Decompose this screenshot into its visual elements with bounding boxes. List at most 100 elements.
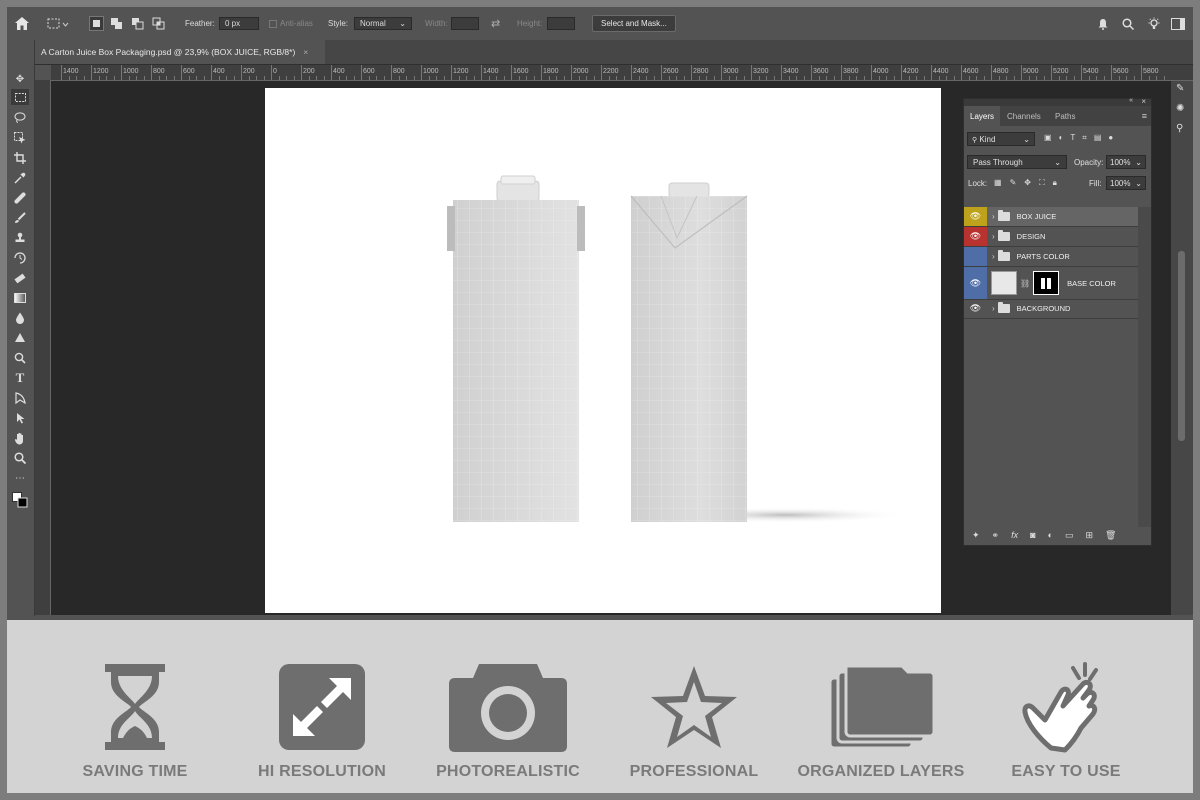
feature-easy-to-use: EASY TO USE <box>976 620 1156 793</box>
pen-tool-icon[interactable] <box>11 350 29 366</box>
document-canvas[interactable] <box>265 88 941 613</box>
width-input[interactable] <box>451 17 479 30</box>
add-selection-icon[interactable] <box>110 7 123 40</box>
dodge-tool-icon[interactable] <box>11 330 29 346</box>
link-icon[interactable]: ⛓︎ <box>1020 279 1030 288</box>
swap-colors-icon[interactable] <box>11 492 29 508</box>
ruler-tick-label: 3800 <box>843 68 859 75</box>
object-selection-tool-icon[interactable] <box>11 130 29 146</box>
lock-all-icon[interactable]: 🔒︎ <box>1053 178 1057 188</box>
adjustment-filter-icon[interactable]: ◐ <box>1059 133 1064 143</box>
opacity-input[interactable]: 100% ⌄ <box>1106 155 1146 169</box>
type-tool-icon[interactable]: T <box>11 370 29 386</box>
lock-artboard-icon[interactable]: ⛶ <box>1039 178 1045 188</box>
adjustment-layer-icon[interactable]: ◐ <box>1048 530 1053 540</box>
style-select[interactable]: Normal ⌄ <box>354 17 412 30</box>
crop-tool-icon[interactable] <box>11 150 29 166</box>
zoom-tool-icon[interactable] <box>11 450 29 466</box>
add-mask-icon[interactable]: ◙ <box>1030 530 1035 540</box>
bell-icon[interactable] <box>1097 7 1109 40</box>
lasso-tool-icon[interactable] <box>11 109 29 125</box>
history-brush-tool-icon[interactable] <box>11 250 29 266</box>
new-layer-icon[interactable]: ⊞ <box>1086 530 1094 541</box>
gradient-tool-icon[interactable] <box>11 290 29 306</box>
layer-row-parts-color[interactable]: › PARTS COLOR <box>964 247 1138 267</box>
spot-healing-brush-tool-icon[interactable] <box>11 190 29 206</box>
pixel-filter-icon[interactable]: ▣ <box>1044 133 1052 143</box>
layer-row-background[interactable]: 👁︎ › BACKGROUND <box>964 299 1138 319</box>
trash-icon[interactable]: 🗑︎ <box>1105 530 1116 541</box>
visibility-eye-icon[interactable]: 👁︎ <box>964 267 987 299</box>
search-icon[interactable] <box>1122 7 1134 40</box>
eraser-tool-icon[interactable] <box>11 270 29 286</box>
link-layers-icon[interactable]: ⚭ <box>992 530 1000 541</box>
canvas-area[interactable]: « × Layers Channels Paths ≡ ⚲ Kind ⌄ ▣ ◐… <box>51 81 1193 615</box>
layer-row-base-color[interactable]: 👁︎ ⛓︎ BASE COLOR <box>964 267 1138 300</box>
move-tool-icon[interactable]: ✥ <box>11 71 29 87</box>
tab-layers[interactable]: Layers <box>964 106 1001 126</box>
subtract-selection-icon[interactable] <box>131 7 144 40</box>
panel-menu-icon[interactable]: ≡ <box>1142 111 1147 121</box>
pin-icon[interactable]: ✦ <box>972 530 980 541</box>
layers-scrollbar[interactable] <box>1138 207 1151 527</box>
hand-tool-icon[interactable] <box>11 430 29 446</box>
chevron-right-icon[interactable]: › <box>992 212 995 221</box>
filter-toggle-icon[interactable]: ● <box>1108 133 1113 143</box>
chevron-right-icon[interactable]: › <box>992 232 995 241</box>
fill-input[interactable]: 100% ⌄ <box>1106 176 1146 190</box>
stamp-icon[interactable]: ⚲ <box>1176 123 1183 134</box>
workspace-icon[interactable] <box>1171 7 1185 40</box>
collapse-icon[interactable]: « <box>1129 97 1133 104</box>
rectangular-marquee-tool-icon[interactable] <box>11 89 29 105</box>
document-tab[interactable]: A Carton Juice Box Packaging.psd @ 23,9%… <box>35 40 325 64</box>
visibility-eye-icon[interactable]: 👁︎ <box>964 207 987 226</box>
ruler-tick-label: 5600 <box>1113 68 1129 75</box>
tab-paths[interactable]: Paths <box>1049 106 1081 126</box>
close-icon[interactable]: × <box>303 47 308 57</box>
adjustments-icon[interactable]: ✺ <box>1176 103 1184 114</box>
height-input[interactable] <box>547 17 575 30</box>
direct-selection-tool-icon[interactable] <box>11 410 29 426</box>
swap-icon[interactable]: ⇄ <box>491 7 500 40</box>
lock-position-icon[interactable]: ✥ <box>1024 178 1031 188</box>
intersect-selection-icon[interactable] <box>152 7 165 40</box>
ruler-minor-tick <box>728 76 730 80</box>
feature-professional: PROFESSIONAL <box>604 620 784 793</box>
home-icon[interactable] <box>15 7 29 40</box>
anti-alias-checkbox[interactable]: Anti-alias <box>269 7 313 40</box>
brush-settings-icon[interactable]: ✎ <box>1176 83 1184 94</box>
clone-stamp-tool-icon[interactable] <box>11 230 29 246</box>
visibility-toggle[interactable] <box>964 247 987 266</box>
scrollbar-thumb[interactable] <box>1178 251 1185 441</box>
marquee-tool-preset-icon[interactable] <box>47 7 69 40</box>
chevron-right-icon[interactable]: › <box>992 252 995 261</box>
brush-tool-icon[interactable] <box>11 210 29 226</box>
feather-input[interactable]: 0 px <box>219 17 259 30</box>
lightbulb-icon[interactable] <box>1147 7 1161 40</box>
new-group-icon[interactable]: ▭ <box>1065 530 1074 541</box>
blur-tool-icon[interactable] <box>11 310 29 326</box>
new-selection-icon[interactable] <box>89 7 104 40</box>
eyedropper-tool-icon[interactable] <box>11 170 29 186</box>
blend-mode-select[interactable]: Pass Through ⌄ <box>967 155 1067 169</box>
ruler-tick-mark <box>331 65 332 80</box>
close-panel-icon[interactable]: × <box>1141 97 1146 106</box>
select-and-mask-button[interactable]: Select and Mask... <box>592 15 676 32</box>
fx-icon[interactable]: fx <box>1011 530 1018 540</box>
lock-image-icon[interactable]: ✎ <box>1010 178 1017 188</box>
lock-transparent-icon[interactable]: ▦ <box>994 178 1002 188</box>
layer-row-design[interactable]: 👁︎ › DESIGN <box>964 227 1138 247</box>
chevron-right-icon[interactable]: › <box>992 304 995 313</box>
visibility-eye-icon[interactable]: 👁︎ <box>964 227 987 246</box>
ruler-tick-label: 400 <box>333 68 345 75</box>
visibility-eye-icon[interactable]: 👁︎ <box>964 299 987 318</box>
type-filter-icon[interactable]: T <box>1070 133 1075 143</box>
layer-row-box-juice[interactable]: 👁︎ › BOX JUICE <box>964 207 1138 227</box>
path-selection-tool-icon[interactable] <box>11 390 29 406</box>
more-tools-icon[interactable]: ⋯ <box>11 470 29 486</box>
layer-mask-thumbnail[interactable] <box>1033 271 1060 295</box>
tab-channels[interactable]: Channels <box>1001 106 1047 126</box>
filter-kind-select[interactable]: ⚲ Kind ⌄ <box>967 132 1035 146</box>
shape-filter-icon[interactable]: ⌗ <box>1082 133 1087 143</box>
smart-object-filter-icon[interactable]: ▤ <box>1094 133 1102 143</box>
